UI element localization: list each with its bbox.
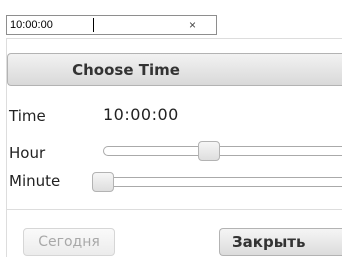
minute-label: Minute — [9, 172, 61, 190]
time-picker-widget: 10:00:00 × Choose Time Time 10:00:00 Hou… — [0, 0, 342, 257]
time-label: Time — [9, 107, 46, 125]
time-input[interactable]: 10:00:00 × — [6, 15, 217, 35]
hour-slider-handle[interactable] — [198, 141, 220, 161]
time-input-value: 10:00:00 — [10, 19, 53, 31]
time-display: 10:00:00 — [103, 105, 179, 124]
text-caret — [93, 18, 94, 32]
today-button[interactable]: Сегодня — [23, 228, 115, 256]
timepicker-header: Choose Time — [7, 53, 342, 86]
clear-icon[interactable]: × — [189, 17, 196, 33]
close-button[interactable]: Закрыть — [219, 228, 342, 256]
minute-slider-handle[interactable] — [92, 172, 114, 192]
hour-slider[interactable] — [103, 141, 342, 161]
minute-slider[interactable] — [92, 172, 342, 192]
hour-label: Hour — [9, 144, 46, 162]
footer-divider — [7, 209, 342, 210]
timepicker-title: Choose Time — [72, 61, 180, 79]
